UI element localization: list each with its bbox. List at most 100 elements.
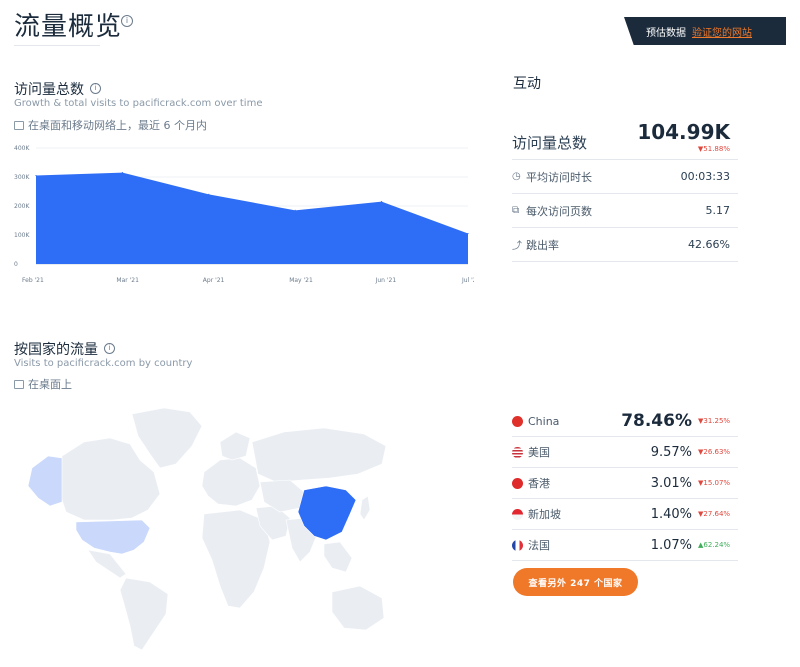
desktop-icon <box>14 379 24 389</box>
map-region-central-america <box>87 549 127 579</box>
total-visits-value: 104.99K <box>637 120 730 144</box>
country-change-text: 15.07% <box>703 479 731 487</box>
y-tick-label: 100K <box>14 232 30 239</box>
map-region-south-america <box>119 577 169 651</box>
map-region-japan <box>359 495 371 521</box>
country-change-text: 62.24% <box>703 541 731 549</box>
info-icon[interactable]: i <box>104 342 115 354</box>
map-region-scandinavia <box>219 431 251 461</box>
y-tick-label: 400K <box>14 145 30 152</box>
visits-data-point <box>121 172 123 174</box>
country-change: ▲62.24% <box>698 541 731 549</box>
country-share: 3.01% <box>650 475 692 491</box>
visits-data-point <box>381 201 383 203</box>
x-tick-label: May '21 <box>289 277 313 284</box>
page-title: 流量概览 <box>14 12 123 42</box>
china-flag-icon <box>512 415 523 427</box>
map-region-alaska <box>27 455 63 507</box>
x-tick-label: Jun '21 <box>375 277 397 284</box>
metric-label: 跳出率 <box>526 238 559 252</box>
france-flag-icon <box>512 539 523 551</box>
country-row-hongkong[interactable]: 香港 3.01% ▼15.07% <box>512 468 738 499</box>
visits-data-point <box>467 232 469 235</box>
map-region-russia <box>251 427 387 483</box>
desktop-mobile-icon <box>14 120 24 130</box>
country-share: 1.07% <box>650 537 692 553</box>
x-tick-label: Feb '21 <box>22 277 44 284</box>
country-row-us[interactable]: 美国 9.57% ▼26.63% <box>512 437 738 468</box>
country-share: 1.40% <box>650 506 692 522</box>
country-title: 按国家的流量 i <box>14 339 115 359</box>
visits-title: 访问量总数 i <box>14 79 101 99</box>
country-subtitle: Visits to pacificrack.com by country <box>14 358 193 369</box>
country-device-note-text: 在桌面上 <box>28 378 72 391</box>
verify-site-link[interactable]: 验证您的网站 <box>692 24 752 39</box>
metric-avg-duration: ◷ 平均访问时长 00:03:33 <box>512 160 738 194</box>
country-row-china[interactable]: China 78.46% ▼31.25% <box>512 406 738 437</box>
map-region-greenland <box>131 407 203 469</box>
country-row-singapore[interactable]: 新加坡 1.40% ▼27.64% <box>512 499 738 530</box>
total-visits-change-text: 51.88% <box>703 145 730 153</box>
map-region-usa <box>75 519 151 555</box>
map-region-southeast-asia <box>323 541 353 573</box>
metric-value: 42.66% <box>688 238 730 251</box>
estimate-label: 预估数据 <box>646 27 686 39</box>
title-underline <box>14 45 100 46</box>
country-name: 新加坡 <box>528 508 561 521</box>
view-more-countries-button[interactable]: 查看另外 247 个国家 <box>513 568 638 596</box>
world-map[interactable] <box>14 402 394 657</box>
metric-label: 平均访问时长 <box>526 170 592 184</box>
country-change-text: 26.63% <box>703 448 731 456</box>
total-visits-change: ▼51.88% <box>697 145 730 153</box>
country-row-france[interactable]: 法国 1.07% ▲62.24% <box>512 530 738 561</box>
map-region-canada <box>59 437 161 521</box>
total-visits-label: 访问量总数 <box>512 134 588 152</box>
pages-icon: ⧉ <box>512 205 520 216</box>
visits-subtitle: Growth & total visits to pacificrack.com… <box>14 98 263 109</box>
y-tick-label: 200K <box>14 203 30 210</box>
visits-data-point <box>208 193 210 195</box>
visits-area-chart: 0 100K 200K 300K 400K Feb '21 Mar '21 Apr '21 Ma… <box>14 145 474 284</box>
hongkong-flag-icon <box>512 477 523 489</box>
y-tick-label: 300K <box>14 174 30 181</box>
country-device-note: 在桌面上 <box>14 376 72 392</box>
map-region-europe <box>201 457 261 507</box>
visits-data-point <box>294 209 296 211</box>
y-tick-label: 0 <box>14 261 18 268</box>
country-change: ▼15.07% <box>698 479 731 487</box>
country-change: ▼27.64% <box>698 510 731 518</box>
engagement-title: 互动 <box>513 76 541 92</box>
country-name: China <box>528 414 560 428</box>
info-icon[interactable]: i <box>90 82 101 94</box>
metric-pages-per-visit: ⧉ 每次访问页数 5.17 <box>512 194 738 228</box>
country-change: ▼26.63% <box>698 448 731 456</box>
country-change-text: 27.64% <box>703 510 731 518</box>
bounce-icon: ⤴ <box>512 241 522 252</box>
estimate-banner: 预估数据 验证您的网站 <box>624 17 786 45</box>
clock-icon: ◷ <box>512 171 521 182</box>
country-name: 香港 <box>528 477 550 490</box>
country-change-text: 31.25% <box>703 417 731 425</box>
country-name: 法国 <box>528 539 550 552</box>
visits-area-series <box>36 172 468 264</box>
x-tick-label: Apr '21 <box>203 277 225 284</box>
metric-bounce-rate: ⤴ 跳出率 42.66% <box>512 228 738 262</box>
country-name: 美国 <box>528 446 550 459</box>
x-tick-label: Mar '21 <box>116 277 139 284</box>
us-flag-icon <box>512 446 523 458</box>
metric-value: 5.17 <box>705 204 731 217</box>
singapore-flag-icon <box>512 508 523 520</box>
country-share: 78.46% <box>621 411 692 431</box>
country-share: 9.57% <box>650 444 692 460</box>
info-icon[interactable]: i <box>121 15 133 27</box>
visits-title-text: 访问量总数 <box>14 82 84 98</box>
metric-value: 00:03:33 <box>680 170 730 183</box>
total-visits-metric: 访问量总数 104.99K ▼51.88% <box>512 118 738 160</box>
metric-label: 每次访问页数 <box>526 204 592 218</box>
country-title-text: 按国家的流量 <box>14 342 98 358</box>
visits-data-point <box>35 174 37 177</box>
visits-device-note-text: 在桌面和移动网络上，最近 6 个月内 <box>28 119 207 132</box>
country-change: ▼31.25% <box>698 417 731 425</box>
visits-device-note: 在桌面和移动网络上，最近 6 个月内 <box>14 117 207 133</box>
x-tick-label: Jul '21 <box>461 277 474 284</box>
